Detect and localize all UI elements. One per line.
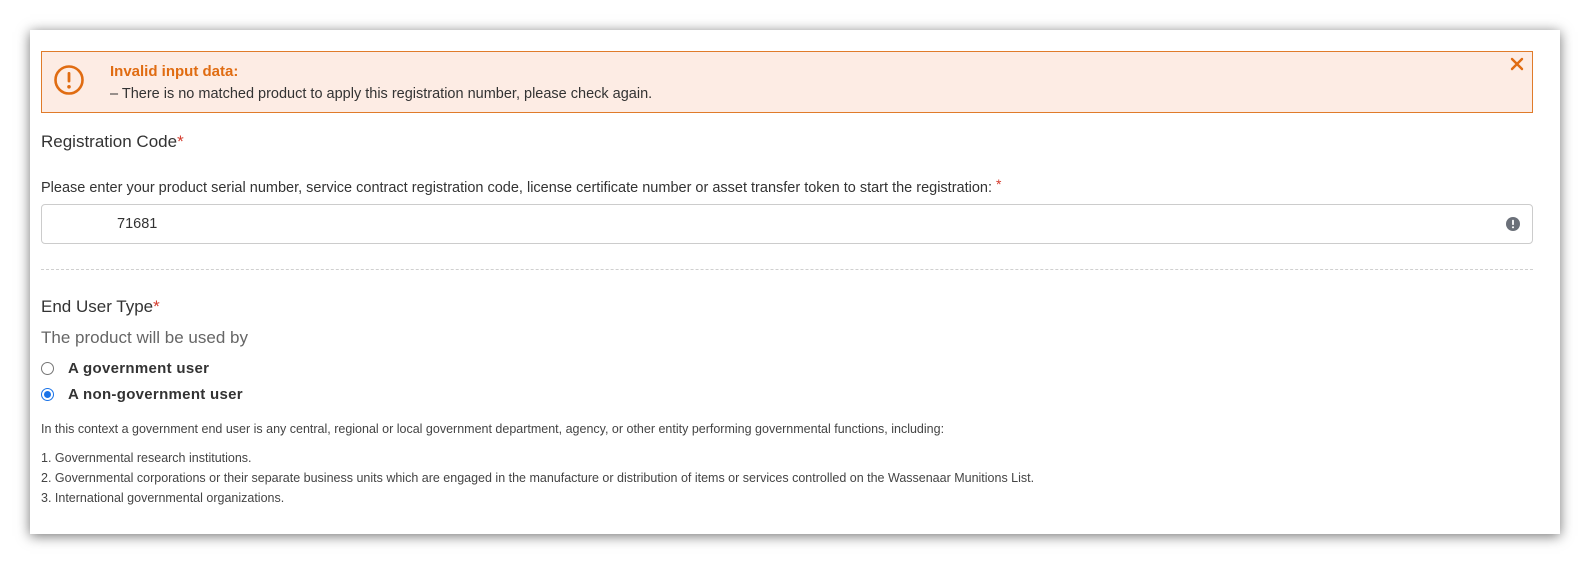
error-alert: Invalid input data: – There is no matche… [41,51,1533,113]
registration-code-input[interactable] [43,206,1483,242]
registration-code-heading: Registration Code* [41,132,184,152]
radio-button[interactable] [41,361,54,375]
list-item: 1. Governmental research institutions. [41,451,252,465]
required-mark: * [996,176,1002,192]
registration-code-field [41,204,1533,244]
government-context-text: In this context a government end user is… [41,422,945,436]
alert-title: Invalid input data: [110,63,239,80]
radio-label[interactable]: A non-government user [68,386,243,403]
end-user-type-heading: End User Type* [41,297,160,317]
alert-message: – There is no matched product to apply t… [110,86,653,102]
registration-prompt-text: Please enter your product serial number,… [41,180,993,196]
registration-form-card: Invalid input data: – There is no matche… [30,30,1560,534]
end-user-type-title: End User Type [41,297,154,316]
list-item: 3. International governmental organizati… [41,491,285,505]
exclamation-circle-icon [54,65,84,95]
list-item: 2. Governmental corporations or their se… [41,471,1035,485]
radio-button[interactable] [41,387,54,401]
radio-government-user[interactable]: A government user [41,358,209,378]
end-user-subtitle: The product will be used by [41,328,248,347]
error-info-icon [1506,217,1520,231]
section-divider [41,269,1533,270]
required-mark: * [177,132,184,151]
radio-non-government-user[interactable]: A non-government user [41,384,243,404]
radio-label[interactable]: A government user [68,360,209,377]
required-mark: * [153,297,160,316]
registration-prompt: Please enter your product serial number,… [41,176,1001,196]
close-icon[interactable] [1508,55,1526,73]
registration-code-title: Registration Code [41,132,178,151]
